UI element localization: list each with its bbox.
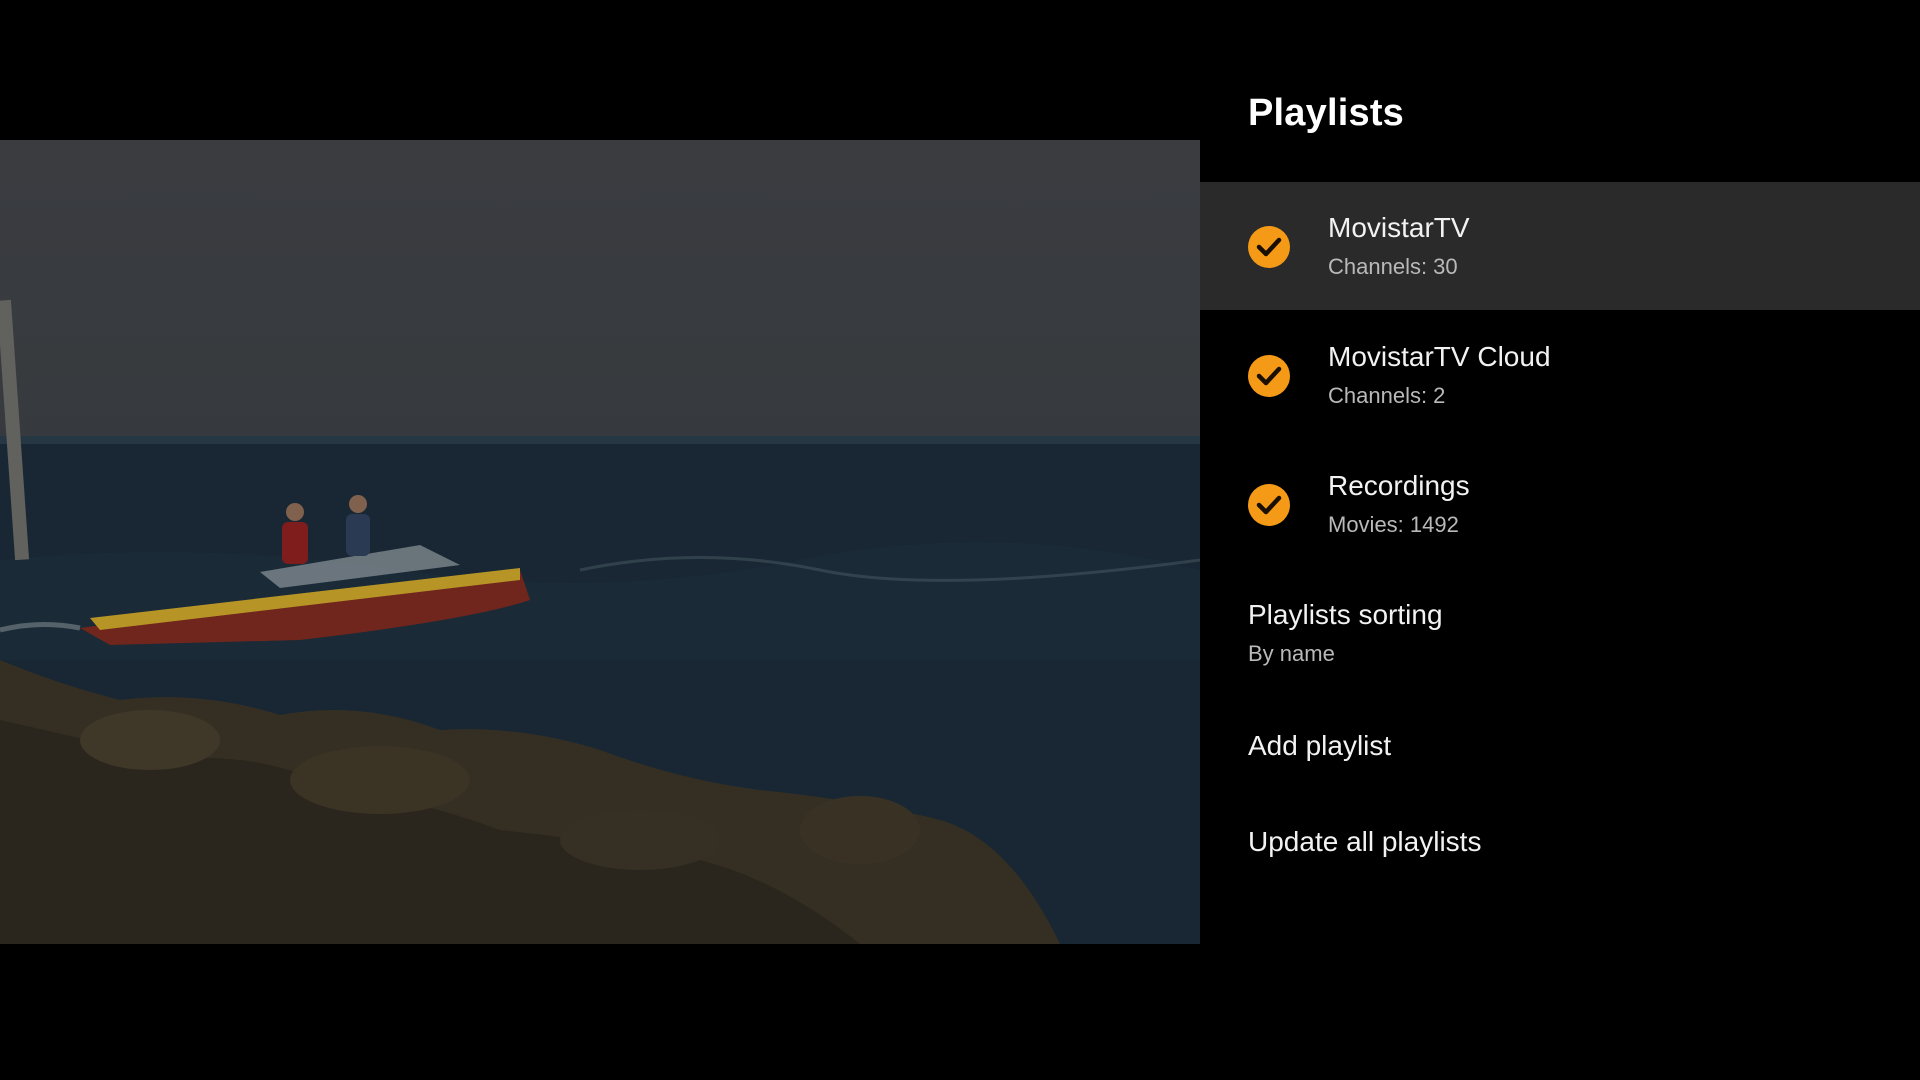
video-dim-overlay — [0, 140, 1200, 944]
check-circle-icon[interactable] — [1248, 226, 1290, 268]
playlist-name: Recordings — [1328, 470, 1470, 501]
playlist-name: MovistarTV Cloud — [1328, 341, 1551, 372]
check-circle-icon[interactable] — [1248, 484, 1290, 526]
check-circle-icon[interactable] — [1248, 355, 1290, 397]
playlist-item-recordings[interactable]: Recordings Movies: 1492 — [1200, 440, 1920, 568]
playlist-detail: Channels: 2 — [1328, 383, 1446, 408]
playlist-detail: Movies: 1492 — [1328, 512, 1459, 537]
playlist-item-movistartv[interactable]: MovistarTV Channels: 30 — [1200, 182, 1920, 310]
sorting-value: By name — [1248, 641, 1335, 666]
add-playlist-button[interactable]: Add playlist — [1248, 730, 1391, 762]
playlist-detail: Channels: 30 — [1328, 254, 1458, 279]
sorting-label: Playlists sorting — [1248, 599, 1443, 630]
playlist-name: MovistarTV — [1328, 212, 1470, 243]
panel-title: Playlists — [1248, 92, 1405, 134]
video-preview — [0, 140, 1200, 944]
playlist-item-movistartv-cloud[interactable]: MovistarTV Cloud Channels: 2 — [1200, 311, 1920, 439]
playlists-panel: Playlists MovistarTV Channels: 30 Movist… — [1200, 0, 1920, 1080]
update-all-playlists-button[interactable]: Update all playlists — [1248, 826, 1481, 858]
playlists-sorting-item[interactable]: Playlists sorting By name — [1200, 569, 1920, 697]
